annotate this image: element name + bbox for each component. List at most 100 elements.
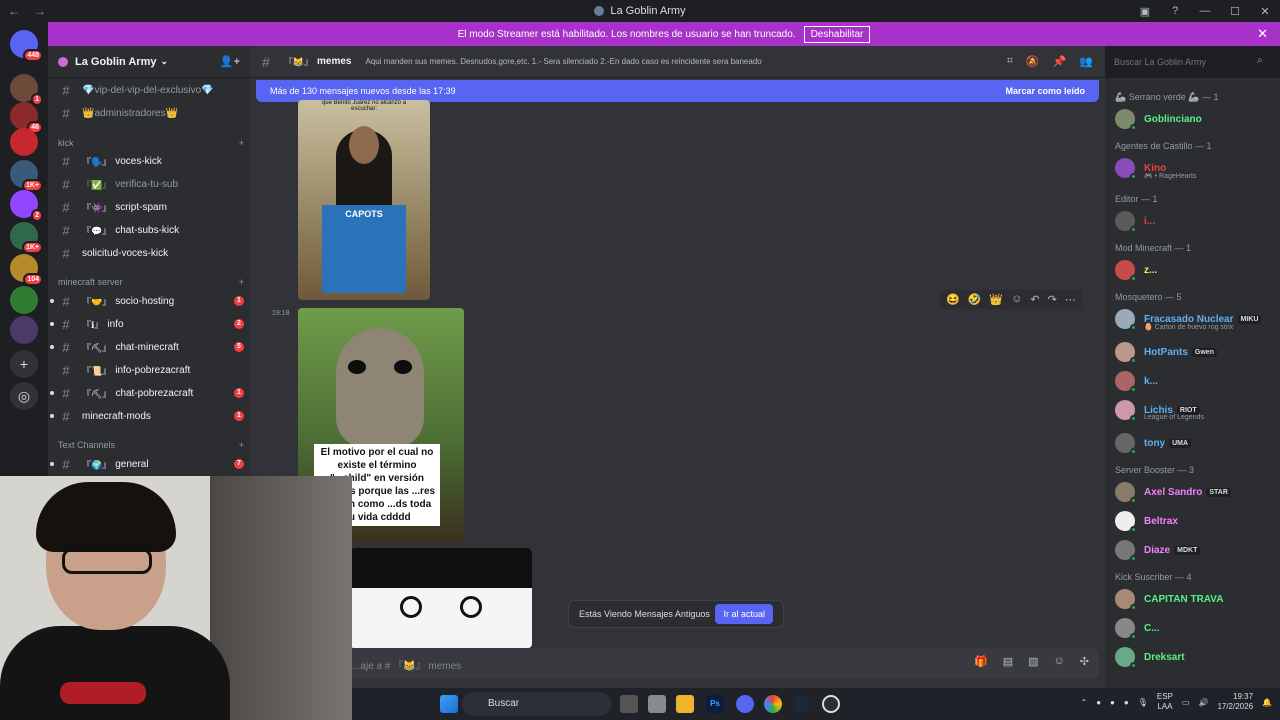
app-icon[interactable] — [648, 695, 666, 713]
disable-streamer-button[interactable]: Deshabilitar — [803, 25, 871, 43]
task-view-icon[interactable] — [620, 695, 638, 713]
tray-icon[interactable]: ● — [1124, 698, 1129, 707]
reaction-icon[interactable]: 🤣 — [968, 293, 982, 306]
member-item[interactable]: CAPITAN TRAVA — [1115, 586, 1275, 612]
notification-icon[interactable]: 🔔 — [1262, 698, 1272, 707]
guild-header[interactable]: La Goblin Army ⌄ 👤+ — [48, 46, 250, 78]
channel-item[interactable]: # 『🗣️』 voces-kick — [58, 151, 244, 171]
sticker-icon[interactable]: ▧ — [1028, 655, 1038, 668]
chrome-icon[interactable] — [764, 695, 782, 713]
chevron-up-icon[interactable]: ⌃ — [1081, 698, 1088, 707]
inbox-icon[interactable]: ▣ — [1130, 5, 1160, 18]
member-item[interactable]: z... — [1115, 257, 1275, 283]
server-icon[interactable]: 448 — [10, 30, 43, 62]
member-item[interactable]: Lichis RIOT League of Legends — [1115, 397, 1275, 423]
gif-icon[interactable]: ▤ — [1003, 655, 1013, 668]
search-input[interactable] — [1108, 51, 1274, 73]
threads-icon[interactable]: ⌗ — [1007, 55, 1013, 68]
channel-item[interactable]: # 『🤝』 socio-hosting 1 — [58, 291, 244, 311]
discord-icon[interactable] — [736, 695, 754, 713]
add-reaction-icon[interactable]: ☺ — [1011, 293, 1022, 306]
member-item[interactable]: Goblinciano — [1115, 106, 1275, 132]
channel-item[interactable]: # 『⛏』 chat-pobrezacraft 1 — [58, 383, 244, 403]
meme-image-juarez[interactable]: que Benito Juárez no alcanzó a escuchar:… — [298, 100, 430, 300]
server-icon[interactable]: 1K+ — [10, 222, 43, 254]
channel-category[interactable]: minecraft server + — [58, 277, 244, 287]
channel-item[interactable]: # 『💬』 chat-subs-kick — [58, 220, 244, 240]
photoshop-icon[interactable]: Ps — [706, 695, 724, 713]
close-icon[interactable]: ✕ — [1257, 26, 1268, 42]
reaction-icon[interactable]: 👑 — [989, 293, 1003, 306]
member-item[interactable]: Beltrax — [1115, 508, 1275, 534]
back-arrow-icon[interactable]: ← — [8, 4, 20, 18]
language-indicator[interactable]: ESP LAA — [1157, 692, 1173, 712]
reply-icon[interactable]: ↶ — [1030, 293, 1039, 306]
channel-item[interactable]: # 💎 vip-del-vip-del-exclusivo 💎 — [58, 80, 244, 100]
taskbar-search[interactable]: Buscar — [462, 692, 612, 716]
forward-arrow-icon[interactable]: → — [34, 4, 46, 18]
channel-item[interactable]: # 『⛏』 chat-minecraft 5 — [58, 337, 244, 357]
channel-category[interactable]: kick + — [58, 138, 244, 148]
more-icon[interactable]: ⋯ — [1065, 293, 1076, 306]
maximize-button[interactable]: ☐ — [1220, 5, 1250, 18]
member-item[interactable]: Kino 🎮 • RageHearts — [1115, 155, 1275, 181]
member-item[interactable]: Axel Sandro STAR — [1115, 479, 1275, 505]
emoji-icon[interactable]: ☺ — [1054, 655, 1065, 668]
folder-icon[interactable] — [676, 695, 694, 713]
member-list-icon[interactable]: 👥 — [1079, 55, 1093, 68]
invite-people-icon[interactable]: 👤+ — [220, 55, 240, 68]
channel-category[interactable]: Text Channels + — [58, 440, 244, 450]
apps-icon[interactable]: ✣ — [1080, 655, 1089, 668]
channel-item[interactable]: # minecraft-mods 1 — [58, 406, 244, 426]
server-icon[interactable]: 1 — [10, 74, 43, 106]
clock[interactable]: 19:37 17/2/2026 — [1217, 692, 1253, 712]
network-icon[interactable]: ▭ — [1182, 698, 1190, 707]
obs-icon[interactable] — [822, 695, 840, 713]
forward-icon[interactable]: ↷ — [1048, 293, 1057, 306]
jump-to-present-button[interactable]: Ir al actual — [715, 604, 773, 624]
close-window-button[interactable]: ✕ — [1250, 5, 1280, 18]
pin-icon[interactable]: 📌 — [1053, 55, 1067, 68]
channel-item[interactable]: # 『✅』 verifica-tu-sub — [58, 174, 244, 194]
channel-item[interactable]: # 👑 administradores 👑 — [58, 103, 244, 123]
gift-icon[interactable]: 🎁 — [974, 655, 988, 668]
member-item[interactable]: i... — [1115, 208, 1275, 234]
meme-image-manga[interactable] — [350, 548, 532, 648]
discover-button[interactable]: ◎ — [10, 382, 38, 410]
member-item[interactable]: C... — [1115, 615, 1275, 641]
member-item[interactable]: Fracasado Nuclear MIKU 🥚 Carton de huevo r… — [1115, 306, 1275, 332]
notification-bell-icon[interactable]: 🔕 — [1026, 55, 1040, 68]
create-channel-icon[interactable]: + — [239, 277, 244, 287]
channel-item[interactable]: # 『📜』 info-pobrezacraft — [58, 360, 244, 380]
server-icon[interactable] — [10, 316, 38, 344]
server-icon[interactable] — [10, 286, 38, 314]
server-icon[interactable] — [10, 128, 38, 156]
reaction-icon[interactable]: 😆 — [946, 293, 960, 306]
channel-item[interactable]: # 『ℹ』 info 2 — [58, 314, 244, 334]
channel-item[interactable]: # solicitud-voces-kick — [58, 243, 244, 263]
minimize-button[interactable]: — — [1190, 5, 1220, 17]
microphone-icon[interactable]: 🎙 — [1138, 698, 1148, 707]
member-item[interactable]: HotPants Gwen — [1115, 339, 1275, 365]
add-server-button[interactable]: + — [10, 350, 38, 378]
channel-topic[interactable]: Aqui manden sus memes. Desnudos,gore,etc… — [365, 57, 761, 66]
new-messages-bar[interactable]: Más de 130 mensajes nuevos desde las 17:… — [256, 80, 1099, 102]
server-icon[interactable]: 46 — [10, 102, 43, 134]
tray-icon[interactable]: ● — [1096, 698, 1101, 707]
tray-icon[interactable]: ● — [1110, 698, 1115, 707]
volume-icon[interactable]: 🔊 — [1198, 698, 1208, 707]
server-icon[interactable]: 1K+ — [10, 160, 43, 192]
member-item[interactable]: tony UMA — [1115, 430, 1275, 456]
member-item[interactable]: k... — [1115, 368, 1275, 394]
channel-item[interactable]: # 『🌍』 general 7 — [58, 454, 244, 474]
create-channel-icon[interactable]: + — [239, 440, 244, 450]
help-icon[interactable]: ? — [1160, 5, 1190, 17]
member-item[interactable]: Diaze MDKT — [1115, 537, 1275, 563]
server-icon[interactable]: 104 — [10, 254, 43, 286]
create-channel-icon[interactable]: + — [239, 138, 244, 148]
mark-read-button[interactable]: Marcar como leído — [1005, 86, 1085, 96]
steam-icon[interactable] — [792, 695, 810, 713]
server-icon[interactable]: 2 — [10, 190, 43, 222]
channel-item[interactable]: # 『👾』 script-spam — [58, 197, 244, 217]
message-composer[interactable]: ...aje a # 『😹』 memes 🎁 ▤ ▧ ☺ ✣ — [256, 648, 1099, 678]
